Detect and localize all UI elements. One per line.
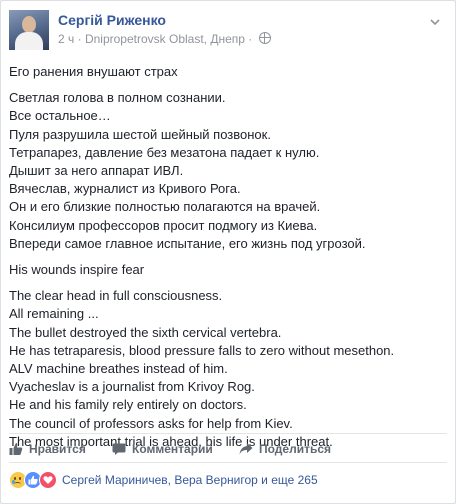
comment-label: Комментарий — [132, 442, 213, 456]
ru-line: Все остальное… — [9, 108, 111, 124]
en-line: Vyacheslav is a journalist from Krivoy R… — [9, 379, 255, 395]
ru-title: Его ранения внушают страх — [9, 64, 178, 79]
post-time-link[interactable]: 2 ч — [58, 32, 74, 46]
like-label: Нравится — [29, 442, 86, 456]
ru-line: Светлая голова в полном сознании. — [9, 90, 226, 106]
ru-line: Он и его близкие полностью полагаются на… — [9, 199, 321, 215]
ru-line: Впереди самое главное испытание, его жиз… — [9, 235, 366, 251]
en-line: He and his family rely entirely on docto… — [9, 397, 247, 413]
post-header: Сергій Риженко 2 ч · Dnipropetrovsk Obla… — [9, 10, 447, 52]
share-icon — [239, 443, 253, 455]
ru-line: Консилиум профессоров просит подмогу из … — [9, 217, 318, 233]
post-meta: 2 ч · Dnipropetrovsk Oblast, Днепр · — [58, 32, 271, 46]
chevron-down-icon[interactable] — [429, 16, 441, 28]
action-bar: Нравится Комментарий Поделиться — [9, 433, 447, 463]
reaction-names-link[interactable]: Сергей Мариничев, Вера Вернигор и еще 26… — [62, 473, 318, 487]
comment-icon — [112, 443, 126, 455]
en-line: The bullet destroyed the sixth cervical … — [9, 324, 282, 340]
comment-button[interactable]: Комментарий — [112, 442, 213, 456]
en-paragraph: The clear head in full consciousness. Al… — [9, 287, 447, 451]
author-name-link[interactable]: Сергій Риженко — [58, 12, 166, 28]
ru-paragraph: Светлая голова в полном сознании. Все ос… — [9, 89, 447, 253]
en-title: His wounds inspire fear — [9, 262, 145, 278]
ru-line: Пуля разрушила шестой шейный позвонок. — [9, 126, 271, 142]
ru-line: Дышит за него аппарат ИВЛ. — [9, 163, 184, 179]
en-line: The clear head in full consciousness. — [9, 288, 223, 304]
meta-separator: · — [77, 32, 82, 46]
share-button[interactable]: Поделиться — [239, 442, 331, 456]
post-text: Его ранения внушают страх Светлая голова… — [9, 63, 447, 451]
en-line: The council of professors asks for help … — [9, 415, 293, 431]
ru-line: Тетрапарез, давление без мезатона падает… — [9, 144, 320, 160]
ru-line: Вячеслав, журналист из Кривого Рога. — [9, 181, 241, 197]
en-line: All remaining ... — [9, 306, 99, 322]
globe-icon — [258, 32, 271, 44]
en-line: ALV machine breathes instead of him. — [9, 361, 228, 377]
meta-separator: · — [248, 32, 253, 46]
share-label: Поделиться — [259, 442, 332, 456]
reactions-summary[interactable]: Сергей Мариничев, Вера Вернигор и еще 26… — [9, 471, 318, 489]
post-card: Сергій Риженко 2 ч · Dnipropetrovsk Obla… — [0, 0, 456, 504]
author-avatar[interactable] — [9, 10, 49, 50]
post-location-link[interactable]: Dnipropetrovsk Oblast, Днепр — [85, 32, 245, 46]
en-line: He has tetraparesis, blood pressure fall… — [9, 342, 395, 358]
love-reaction-icon — [39, 471, 57, 489]
like-button[interactable]: Нравится — [9, 442, 86, 456]
avatar-head — [22, 16, 36, 33]
thumbs-up-icon — [9, 443, 23, 455]
avatar-body — [15, 32, 43, 50]
